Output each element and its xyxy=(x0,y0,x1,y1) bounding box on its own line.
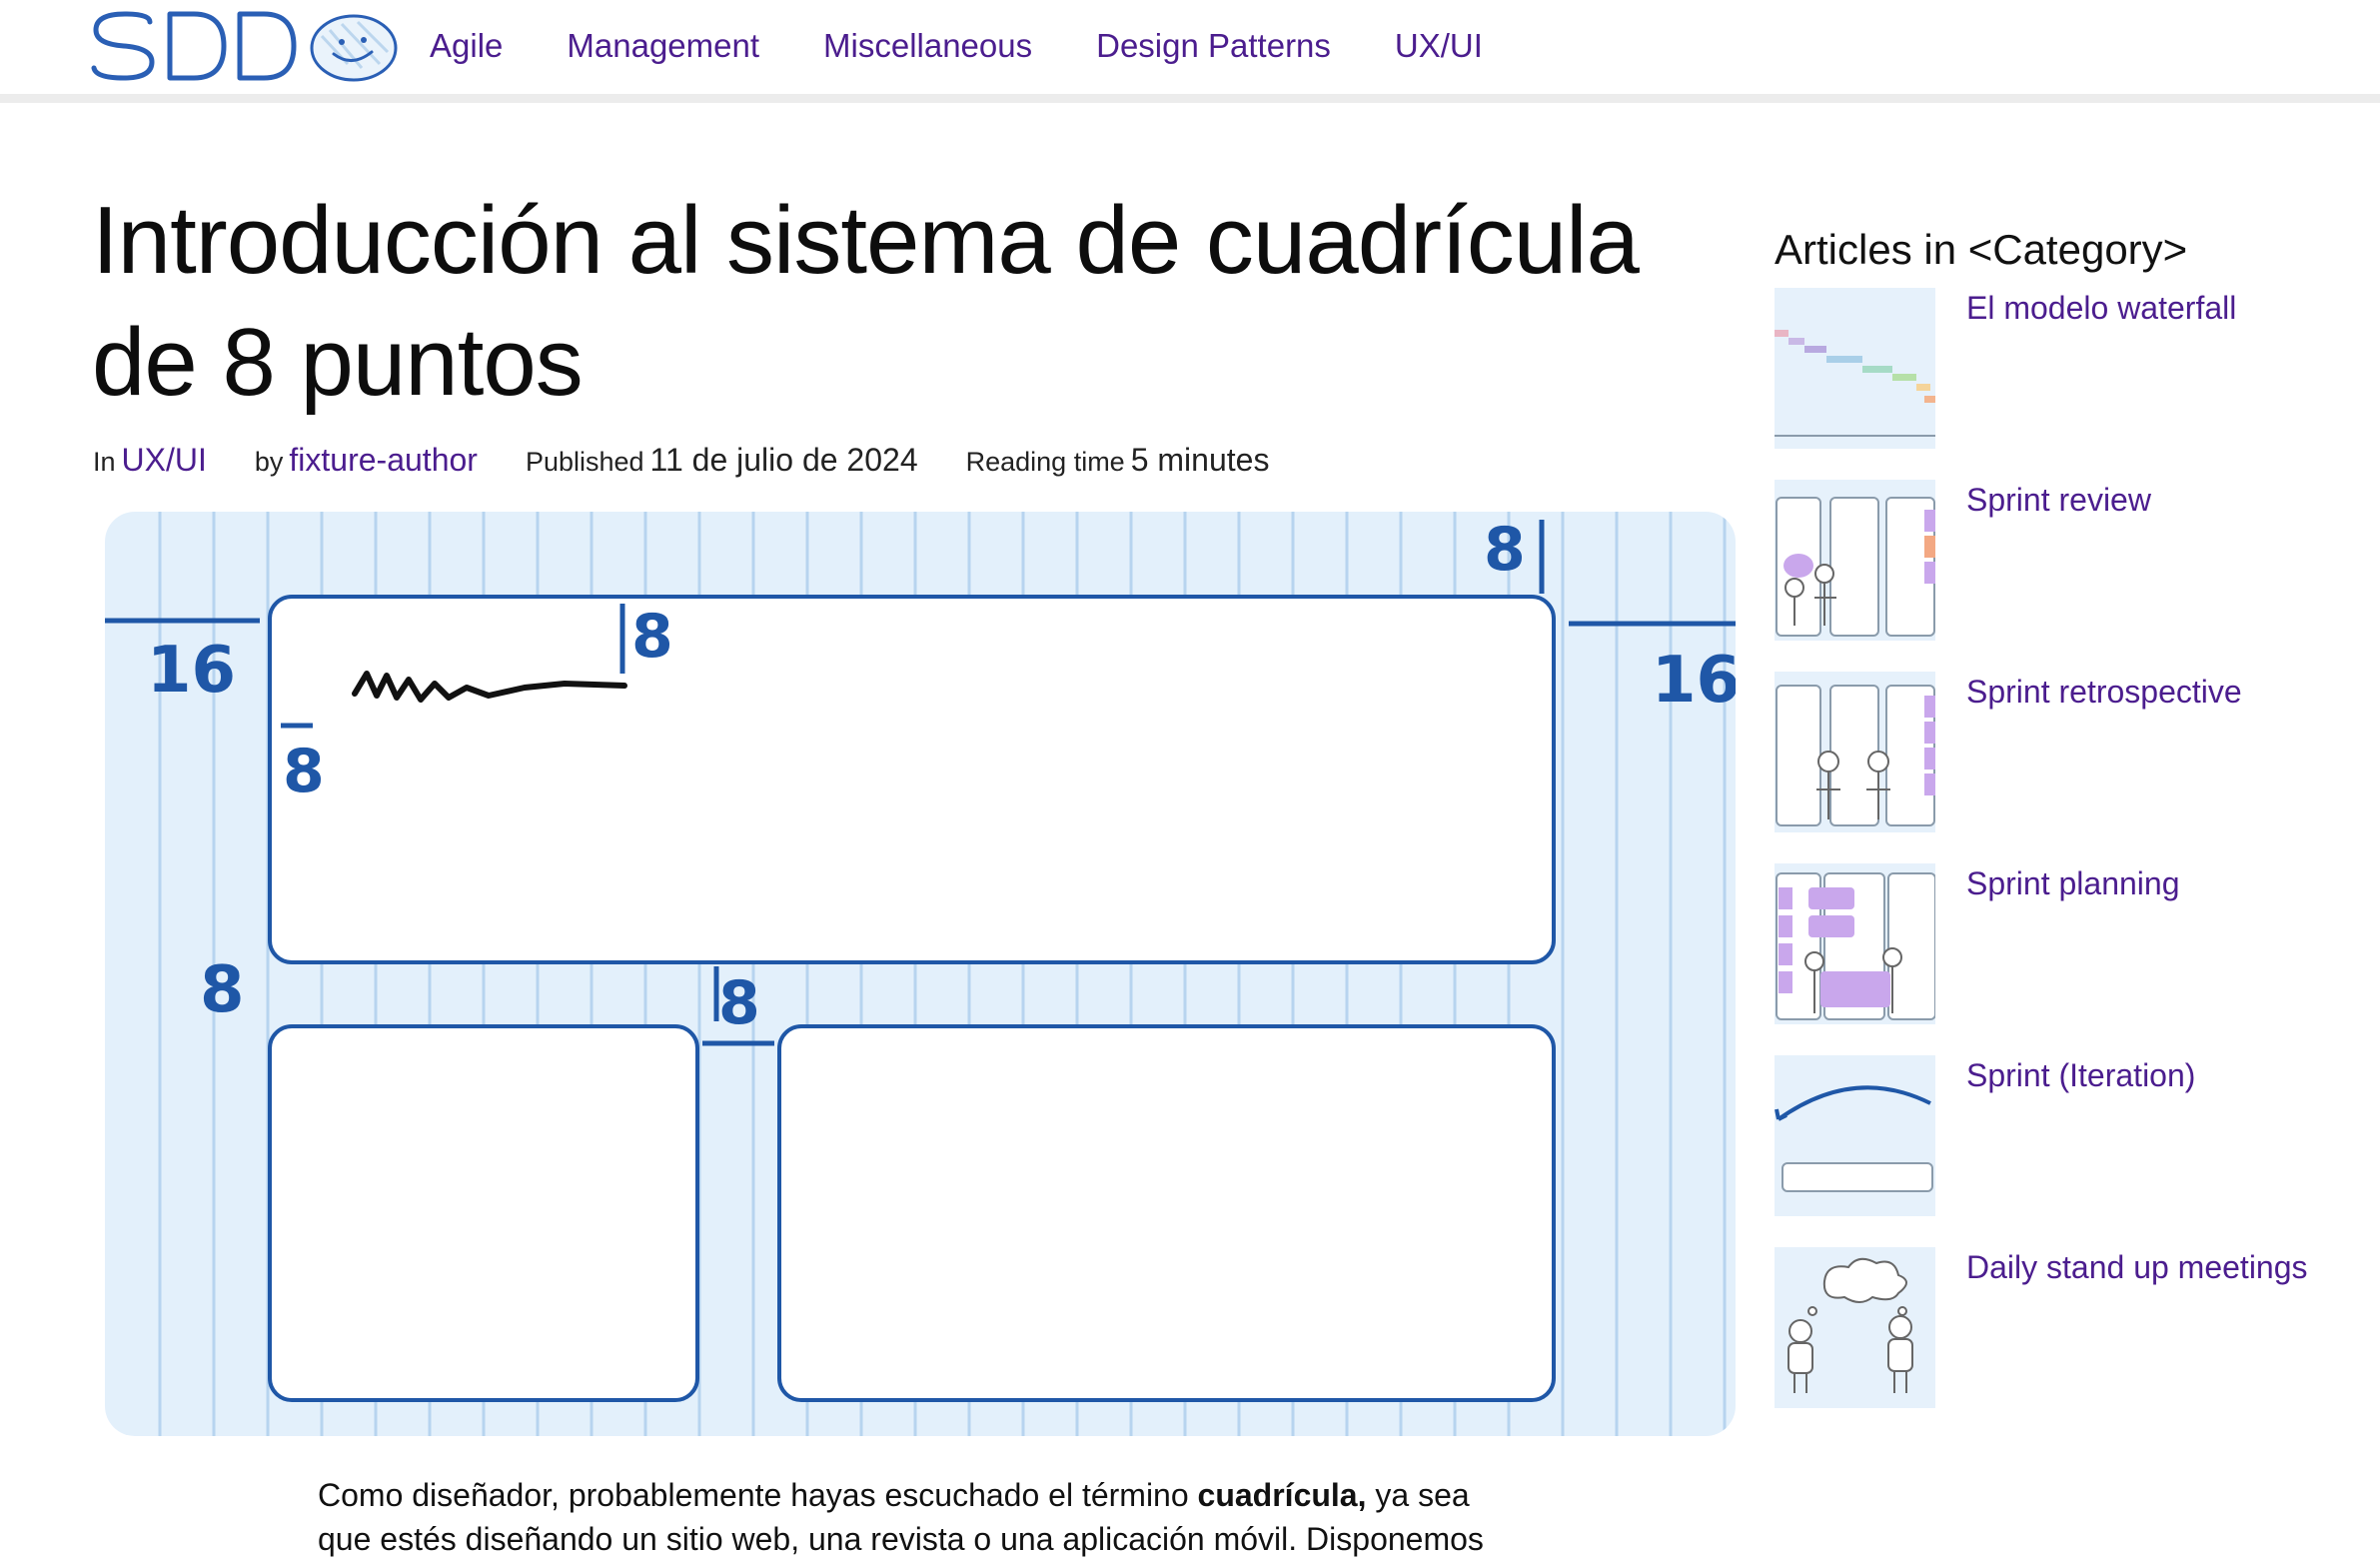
nav-item-management[interactable]: Management xyxy=(567,22,759,70)
site-header: Agile Management Miscellaneous Design Pa… xyxy=(0,0,2380,103)
hero-image: 16 16 8 8 8 8 8 8 xyxy=(105,512,1736,1436)
published-date: 11 de julio de 2024 xyxy=(649,442,918,478)
article-title: Introducción al sistema de cuadrícula de… xyxy=(92,187,1640,416)
related-article-item[interactable]: Sprint review xyxy=(1775,480,2354,672)
nav-item-design-patterns[interactable]: Design Patterns xyxy=(1096,22,1331,70)
spacing-label-top: 8 xyxy=(631,602,673,672)
category-link[interactable]: UX/UI xyxy=(122,442,207,478)
nav-item-agile[interactable]: Agile xyxy=(430,22,503,70)
meta-in-label: In xyxy=(93,447,116,477)
meta-published: Published 11 de julio de 2024 xyxy=(526,442,918,479)
related-article-item[interactable]: El modelo waterfall xyxy=(1775,288,2354,480)
meta-reading-time: Reading time 5 minutes xyxy=(966,442,1270,479)
related-articles-sidebar: Articles in <Category> El modelo waterfa… xyxy=(1775,222,2354,1439)
iteration-arc-icon[interactable] xyxy=(1775,1055,1935,1216)
reading-time-value: 5 minutes xyxy=(1130,442,1270,478)
meta-by-label: by xyxy=(254,447,284,477)
related-article-item[interactable]: Sprint (Iteration) xyxy=(1775,1055,2354,1247)
nav-item-ux-ui[interactable]: UX/UI xyxy=(1395,22,1483,70)
main-nav: Agile Management Miscellaneous Design Pa… xyxy=(430,22,1547,70)
related-article-link[interactable]: Sprint (Iteration) xyxy=(1966,1057,2195,1094)
grid-sketch-illustration: 16 16 8 8 8 8 8 8 xyxy=(105,512,1736,1436)
kanban-board-icon[interactable] xyxy=(1775,480,1935,641)
related-article-item[interactable]: Sprint planning xyxy=(1775,863,2354,1055)
team-board-icon[interactable] xyxy=(1775,672,1935,832)
related-article-link[interactable]: Sprint retrospective xyxy=(1966,674,2242,711)
sidebar-title: Articles in <Category> xyxy=(1775,226,2188,273)
gutter-label-center: 8 xyxy=(718,968,760,1038)
meta-author: by fixture-author xyxy=(255,442,478,479)
waterfall-diagram-icon[interactable] xyxy=(1775,288,1935,449)
bottom-right-content-box xyxy=(777,1024,1556,1402)
meta-reading-label: Reading time xyxy=(965,447,1125,477)
related-articles-list: El modelo waterfall Sprint review Sprint… xyxy=(1775,288,2354,1439)
meta-category: In UX/UI xyxy=(93,442,207,479)
related-article-link[interactable]: El modelo waterfall xyxy=(1966,290,2236,327)
author-link[interactable]: fixture-author xyxy=(289,442,478,478)
standup-people-icon[interactable] xyxy=(1775,1247,1935,1408)
article-meta: In UX/UI by fixture-author Published 11 de … xyxy=(93,442,1317,479)
top-content-box xyxy=(268,595,1556,964)
meta-published-label: Published xyxy=(525,447,644,477)
gutter-label-left: 8 xyxy=(200,953,245,1027)
margin-label-right: 16 xyxy=(1652,644,1736,718)
related-article-link[interactable]: Sprint review xyxy=(1966,482,2151,519)
planning-board-icon[interactable] xyxy=(1775,863,1935,1024)
related-article-item[interactable]: Daily stand up meetings xyxy=(1775,1247,2354,1439)
related-article-link[interactable]: Sprint planning xyxy=(1966,865,2179,902)
intro-text-start: Como diseñador, probablemente hayas escu… xyxy=(318,1477,1198,1513)
bottom-left-content-box xyxy=(268,1024,699,1402)
spacing-label-left: 8 xyxy=(283,737,325,806)
spacing-label-top-right: 8 xyxy=(1484,515,1526,585)
related-article-item[interactable]: Sprint retrospective xyxy=(1775,672,2354,863)
margin-label-left: 16 xyxy=(147,634,236,708)
article-intro-paragraph: Como diseñador, probablemente hayas escu… xyxy=(318,1473,1507,1561)
sdd-logo[interactable] xyxy=(90,6,400,86)
related-article-link[interactable]: Daily stand up meetings xyxy=(1966,1249,2308,1286)
nav-item-miscellaneous[interactable]: Miscellaneous xyxy=(823,22,1032,70)
intro-bold-term: cuadrícula, xyxy=(1197,1477,1367,1513)
